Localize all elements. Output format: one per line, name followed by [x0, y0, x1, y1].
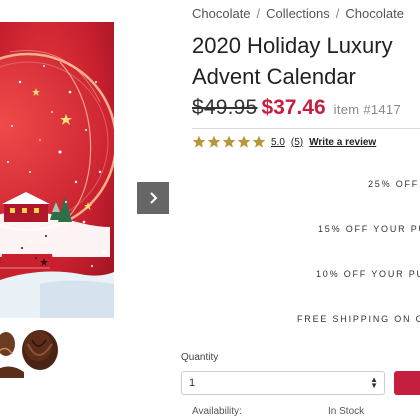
rating-value[interactable]: 5.0	[271, 137, 285, 148]
add-to-cart-button[interactable]	[394, 371, 420, 395]
chevron-right-icon	[150, 192, 158, 204]
breadcrumb-separator: /	[335, 6, 340, 21]
quantity-value: 1	[189, 377, 196, 389]
promo-free-shipping: FREE SHIPPING ON O	[297, 314, 420, 324]
star-icon	[252, 135, 266, 148]
star-icon	[207, 135, 221, 148]
availability-status: In Stock	[328, 406, 365, 417]
promo-25-off: 25% OFF	[368, 179, 420, 189]
promo-15-off: 15% OFF YOUR PU	[318, 224, 420, 234]
item-number: item #1417	[333, 102, 401, 117]
carousel-next-button[interactable]	[137, 182, 169, 214]
product-title-line-1: 2020 Holiday Luxury	[192, 33, 393, 58]
product-title-line-2: Advent Calendar	[192, 64, 356, 89]
sale-price: $37.46	[261, 96, 326, 119]
chocolate-thumbnails[interactable]	[0, 322, 62, 378]
original-price: $49.95	[192, 96, 258, 119]
write-review-link[interactable]: Write a review	[309, 137, 376, 148]
quantity-label: Quantity	[181, 352, 219, 363]
quantity-select[interactable]: 1 ▲ ▼	[181, 371, 385, 395]
rating-row: 5.0 (5) Write a review	[192, 135, 376, 149]
price-row: $49.95 $37.46 item #1417	[192, 96, 401, 120]
breadcrumb-chocolate-sub[interactable]: Chocolate	[345, 6, 404, 21]
review-count-link[interactable]: (5)	[291, 137, 303, 148]
product-title: 2020 Holiday Luxury Advent Calendar	[192, 30, 420, 92]
chocolate-pieces-image	[0, 330, 58, 378]
breadcrumb-separator: /	[256, 6, 261, 21]
divider	[192, 128, 420, 129]
availability-label: Availability:	[192, 406, 242, 417]
product-image[interactable]	[0, 22, 114, 318]
promo-10-off: 10% OFF YOUR PU	[316, 269, 420, 279]
breadcrumb: Chocolate / Collections / Chocolate	[192, 6, 404, 21]
breadcrumb-chocolate[interactable]: Chocolate	[192, 6, 251, 21]
advent-calendar-illustration	[0, 22, 114, 318]
breadcrumb-collections[interactable]: Collections	[266, 6, 330, 21]
star-rating	[192, 135, 267, 149]
star-icon	[192, 135, 206, 148]
updown-arrows-icon: ▲ ▼	[370, 375, 378, 390]
star-icon	[237, 135, 251, 148]
star-icon	[222, 135, 236, 148]
